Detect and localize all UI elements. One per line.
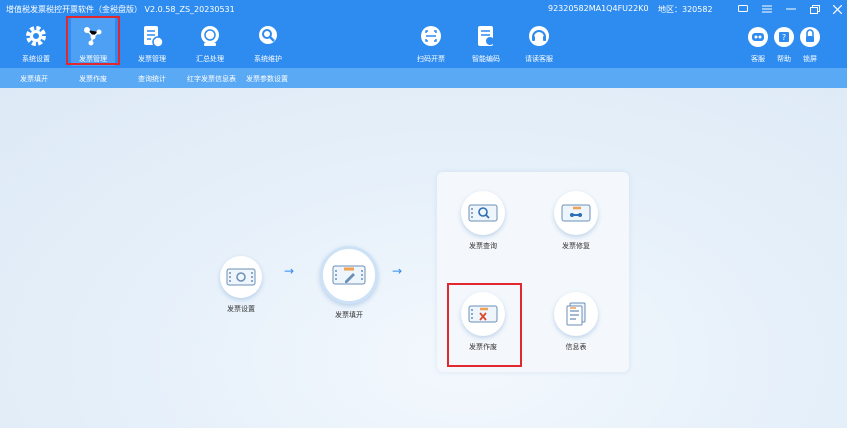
panel-node-invoice-query[interactable]: 发票查询 [458,191,508,251]
region-label: 地区：320582 [658,5,713,14]
message-icon[interactable] [736,2,750,16]
invoice-fill-icon [320,246,378,304]
toolbar-maintenance[interactable]: 系统维护 [246,18,290,66]
panel-node-invoice-repair[interactable]: 发票修复 [551,191,601,251]
invoice-manage-icon [138,22,166,50]
content-area [0,88,847,428]
close-icon[interactable] [830,2,844,16]
info-sheet-icon [554,292,598,336]
subnav-red-invoice-info[interactable]: 红字发票信息表 [187,74,236,84]
flow-node-invoice-settings[interactable]: 发票设置 [216,256,266,314]
main-toolbar: 系统设置 发票管理 发票管理 汇总处理 系统维护 扫码开票 智能编码 请读客服 … [0,18,847,68]
app-title: 增值税发票税控开票软件（金税盘版） V2.0.58_ZS_20230531 [6,5,235,14]
sub-navigation: 发票填开 发票作废 查询统计 红字发票信息表 发票参数设置 [0,68,847,88]
invoice-repair-icon [554,191,598,235]
flow-node-label: 发票填开 [335,311,363,319]
scan-icon [417,22,445,50]
toolbar-smart-code[interactable]: 智能编码 [464,18,508,66]
subnav-invoice-fill[interactable]: 发票填开 [20,74,48,84]
panel-node-label: 信息表 [565,343,587,351]
flow-node-invoice-fill[interactable]: 发票填开 [320,246,378,320]
toolbar-customer-service[interactable]: 请读客服 [517,18,561,66]
toolbar-summary[interactable]: 汇总处理 [188,18,232,66]
subnav-invoice-params[interactable]: 发票参数设置 [246,74,288,84]
subnav-invoice-void[interactable]: 发票作废 [79,74,107,84]
gear-icon [22,22,50,50]
flow-arrow: → [284,264,295,278]
headset-icon [525,22,553,50]
highlight-box-toolbar [66,16,120,65]
highlight-box-void [447,283,522,367]
menu-icon[interactable] [760,2,774,16]
lock-icon [796,22,824,50]
smart-code-icon [472,22,500,50]
minimize-icon[interactable] [784,2,798,16]
toolbar-lock-screen[interactable]: 锁屏 [788,18,832,66]
flow-arrow: → [392,264,403,278]
svg-text:?: ? [782,33,786,42]
maintenance-icon [254,22,282,50]
toolbar-system-settings[interactable]: 系统设置 [14,18,58,66]
title-bar: 增值税发票税控开票软件（金税盘版） V2.0.58_ZS_20230531 92… [0,0,847,18]
panel-node-info-sheet[interactable]: 信息表 [551,292,601,352]
flow-node-label: 发票设置 [227,305,255,313]
tax-id: 92320582MA1Q4FU22K0 [548,4,649,13]
restore-icon[interactable] [808,2,822,16]
panel-node-label: 发票修复 [562,242,590,250]
panel-node-label: 发票查询 [469,242,497,250]
toolbar-scan-invoice[interactable]: 扫码开票 [409,18,453,66]
toolbar-invoice-manage[interactable]: 发票管理 [130,18,174,66]
invoice-query-icon [461,191,505,235]
subnav-query-stats[interactable]: 查询统计 [138,74,166,84]
invoice-settings-icon [220,256,262,298]
summary-icon [196,22,224,50]
